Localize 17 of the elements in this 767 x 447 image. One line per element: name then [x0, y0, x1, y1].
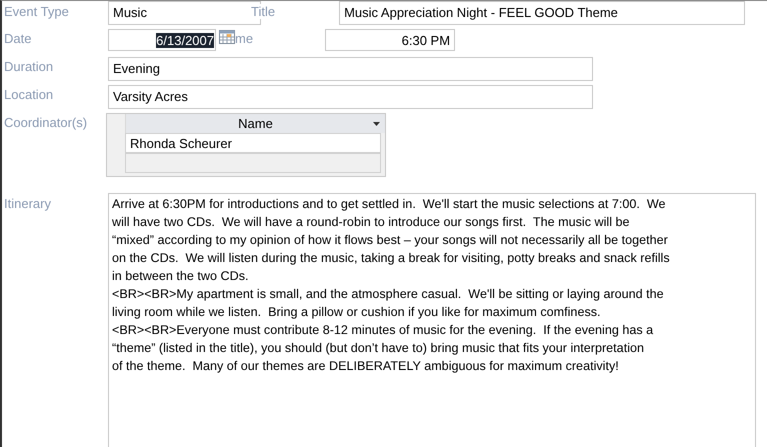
field-label: Duration — [3, 59, 54, 74]
field-label: Location — [3, 87, 54, 102]
field-label: Date — [3, 31, 32, 46]
calendar-icon[interactable] — [219, 30, 235, 44]
time-field[interactable]: 6:30 PM — [325, 29, 456, 51]
field-label: Coordinator(s) — [3, 115, 88, 130]
table-cell[interactable]: Rhonda Scheurer — [125, 133, 381, 153]
field-label: me — [235, 31, 254, 46]
field-label: Itinerary — [3, 196, 52, 211]
field-label: Event Type — [3, 4, 70, 19]
memo-field[interactable]: Arrive at 6:30PM for introductions and to get settled in. We'll start the music selections at 7:00. We will have two CDs. We will have a round-robin to introduce our songs first. The music will be “mixed” according to my opinion of how it flows best – your songs will not necessarily all be together on the CDs. We will listen during the music, taking a break for visiting, potty breaks and snack refills in between the two CDs. <BR><BR>My apartment is small, and the atmosphere casual. We'll be sitting or laying around the living room while we listen. Bring a pillow or cushion if you like for maximum comfiness. <BR><BR>Everyone must contribute 8-12 minutes of music for the evening. If the evening has a “theme” (listed in the title), you should (but don’t have to) bring music that fits your interpretation of the theme. Many of our themes are DELIBERATELY ambiguous for maximum creativity! — [108, 193, 756, 447]
input-field[interactable]: Varsity Acres — [108, 85, 593, 109]
column-header[interactable]: Name — [126, 114, 385, 133]
date-field[interactable]: 6/13/2007 — [108, 29, 216, 51]
dropdown-arrow-icon[interactable] — [373, 122, 380, 126]
input-field[interactable]: Music Appreciation Night - FEEL GOOD Theme — [339, 1, 746, 25]
input-field[interactable]: Evening — [108, 57, 593, 81]
